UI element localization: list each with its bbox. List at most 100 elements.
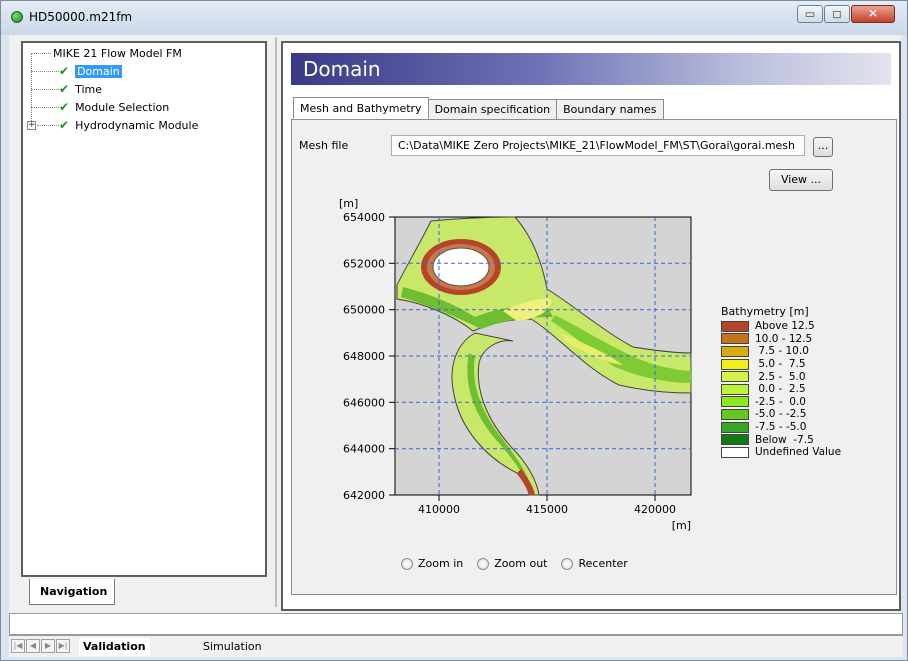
view-button[interactable]: View ... xyxy=(769,169,833,191)
tree-connector xyxy=(31,53,51,54)
legend-label: Undefined Value xyxy=(755,446,842,459)
title-bar[interactable]: HD50000.m21fm ▭ ◻ ✕ xyxy=(1,1,907,35)
legend-swatch xyxy=(721,320,749,332)
browse-button[interactable]: ... xyxy=(813,137,833,157)
expand-icon[interactable]: + xyxy=(27,121,36,130)
x-tick-labels: 410000 415000 420000 xyxy=(418,503,676,516)
legend-entry: Undefined Value xyxy=(721,446,891,459)
check-icon: ✔ xyxy=(59,100,70,114)
legend-label: 0.0 - 2.5 xyxy=(755,383,806,396)
legend-title: Bathymetry [m] xyxy=(721,305,809,318)
legend-entry: 7.5 - 10.0 xyxy=(721,345,891,358)
minimize-button[interactable]: ▭ xyxy=(797,5,823,23)
main-panel: Domain Mesh and Bathymetry Domain specif… xyxy=(281,41,901,611)
recenter-label: Recenter xyxy=(578,557,628,570)
last-tab-icon[interactable]: ▶| xyxy=(56,639,70,653)
legend-label: 5.0 - 7.5 xyxy=(755,358,806,371)
panel-splitter[interactable] xyxy=(275,37,277,607)
tab-domain-specification[interactable]: Domain specification xyxy=(427,99,558,119)
y-tick-label: 646000 xyxy=(343,396,385,409)
legend-label: Below -7.5 xyxy=(755,433,814,446)
previous-tab-icon[interactable]: ◀ xyxy=(26,639,40,653)
recenter-radio[interactable]: Recenter xyxy=(561,557,628,570)
legend-label: -7.5 - -5.0 xyxy=(755,421,807,434)
bottom-tab-strip: |◀ ◀ ▶ ▶| Validation Simulation xyxy=(9,635,903,657)
bathymetry-map[interactable]: [m] 654000 652000 650000 648000 646000 6… xyxy=(303,193,723,533)
check-icon: ✔ xyxy=(59,118,70,132)
zoom-out-radio[interactable]: Zoom out xyxy=(477,557,547,570)
radio-icon xyxy=(561,557,574,570)
tree-connector xyxy=(31,89,59,90)
tab-validation[interactable]: Validation xyxy=(79,638,150,656)
legend-swatch xyxy=(721,333,749,345)
legend-label: 7.5 - 10.0 xyxy=(755,345,809,358)
tab-simulation[interactable]: Simulation xyxy=(199,638,266,656)
legend-entry: 10.0 - 12.5 xyxy=(721,333,891,346)
tab-mesh-and-bathymetry[interactable]: Mesh and Bathymetry xyxy=(293,97,429,119)
x-tick-label: 420000 xyxy=(634,503,676,516)
zoom-in-label: Zoom in xyxy=(418,557,464,570)
tree-item-label: Hydrodynamic Module xyxy=(75,118,199,132)
tree-connector xyxy=(31,53,32,129)
tree-item-module-selection[interactable]: ✔ Module Selection xyxy=(59,99,169,115)
legend-swatch xyxy=(721,421,749,433)
legend-entry: -7.5 - -5.0 xyxy=(721,421,891,434)
legend-entry: 2.5 - 5.0 xyxy=(721,370,891,383)
tab-scroll-arrows: |◀ ◀ ▶ ▶| xyxy=(11,639,70,653)
tree-root[interactable]: MIKE 21 Flow Model FM xyxy=(53,45,182,61)
legend-entries: Above 12.5 10.0 - 12.5 7.5 - 10.0 5.0 - 7… xyxy=(721,320,891,459)
header-band: Domain xyxy=(291,53,891,85)
legend-swatch xyxy=(721,396,749,408)
caption-buttons: ▭ ◻ ✕ xyxy=(797,5,895,23)
tree-connector xyxy=(31,71,59,72)
legend-entry: -5.0 - -2.5 xyxy=(721,408,891,421)
page-title: Domain xyxy=(303,57,381,81)
legend-label: 10.0 - 12.5 xyxy=(755,332,813,345)
tree-connector xyxy=(31,107,59,108)
maximize-button[interactable]: ◻ xyxy=(824,5,850,23)
legend-label: -5.0 - -2.5 xyxy=(755,408,807,421)
legend-swatch xyxy=(721,345,749,357)
legend-entry: 5.0 - 7.5 xyxy=(721,358,891,371)
tree-connector xyxy=(37,125,59,126)
tree-item-hydrodynamic-module[interactable]: ✔ Hydrodynamic Module xyxy=(59,117,198,133)
legend-label: 2.5 - 5.0 xyxy=(755,370,806,383)
tree-item-domain[interactable]: ✔ Domain xyxy=(59,63,122,79)
check-icon: ✔ xyxy=(59,82,70,96)
bathymetry-legend: Bathymetry [m] Above 12.5 10.0 - 12.5 7.5… xyxy=(721,305,891,459)
legend-swatch xyxy=(721,358,749,370)
mesh-file-field[interactable]: C:\Data\MIKE Zero Projects\MIKE_21\FlowM… xyxy=(391,135,805,156)
legend-entry: -2.5 - 0.0 xyxy=(721,396,891,409)
legend-entry: Above 12.5 xyxy=(721,320,891,333)
radio-icon xyxy=(401,557,413,570)
legend-entry: Below -7.5 xyxy=(721,433,891,446)
y-tick-label: 642000 xyxy=(343,489,385,502)
maximize-icon: ◻ xyxy=(832,7,842,21)
zoom-out-label: Zoom out xyxy=(494,557,548,570)
bathymetry-plot[interactable]: [m] 654000 652000 650000 648000 646000 6… xyxy=(303,193,723,533)
y-tick-label: 654000 xyxy=(343,211,385,224)
tab-boundary-names[interactable]: Boundary names xyxy=(556,99,664,119)
x-axis-unit: [m] xyxy=(672,519,691,532)
y-tick-label: 652000 xyxy=(343,257,385,270)
y-axis-unit: [m] xyxy=(339,197,358,210)
first-tab-icon[interactable]: |◀ xyxy=(11,639,25,653)
navigation-tab[interactable]: Navigation xyxy=(29,579,115,605)
tree-item-time[interactable]: ✔ Time xyxy=(59,81,102,97)
legend-entry: 0.0 - 2.5 xyxy=(721,383,891,396)
y-tick-label: 644000 xyxy=(343,443,385,456)
zoom-in-radio[interactable]: Zoom in xyxy=(401,557,463,570)
legend-swatch xyxy=(721,408,749,420)
close-button[interactable]: ✕ xyxy=(851,5,895,23)
tree-root-label: MIKE 21 Flow Model FM xyxy=(53,46,182,60)
legend-swatch xyxy=(721,434,749,446)
mesh-file-label: Mesh file xyxy=(299,139,349,152)
tree-item-label: Domain xyxy=(75,64,122,78)
y-tick-label: 648000 xyxy=(343,350,385,363)
x-tick-label: 410000 xyxy=(418,503,460,516)
zoom-controls: Zoom in Zoom out Recenter xyxy=(401,557,628,570)
legend-swatch xyxy=(721,446,749,458)
next-tab-icon[interactable]: ▶ xyxy=(41,639,55,653)
legend-label: Above 12.5 xyxy=(755,320,815,333)
legend-swatch xyxy=(721,383,749,395)
